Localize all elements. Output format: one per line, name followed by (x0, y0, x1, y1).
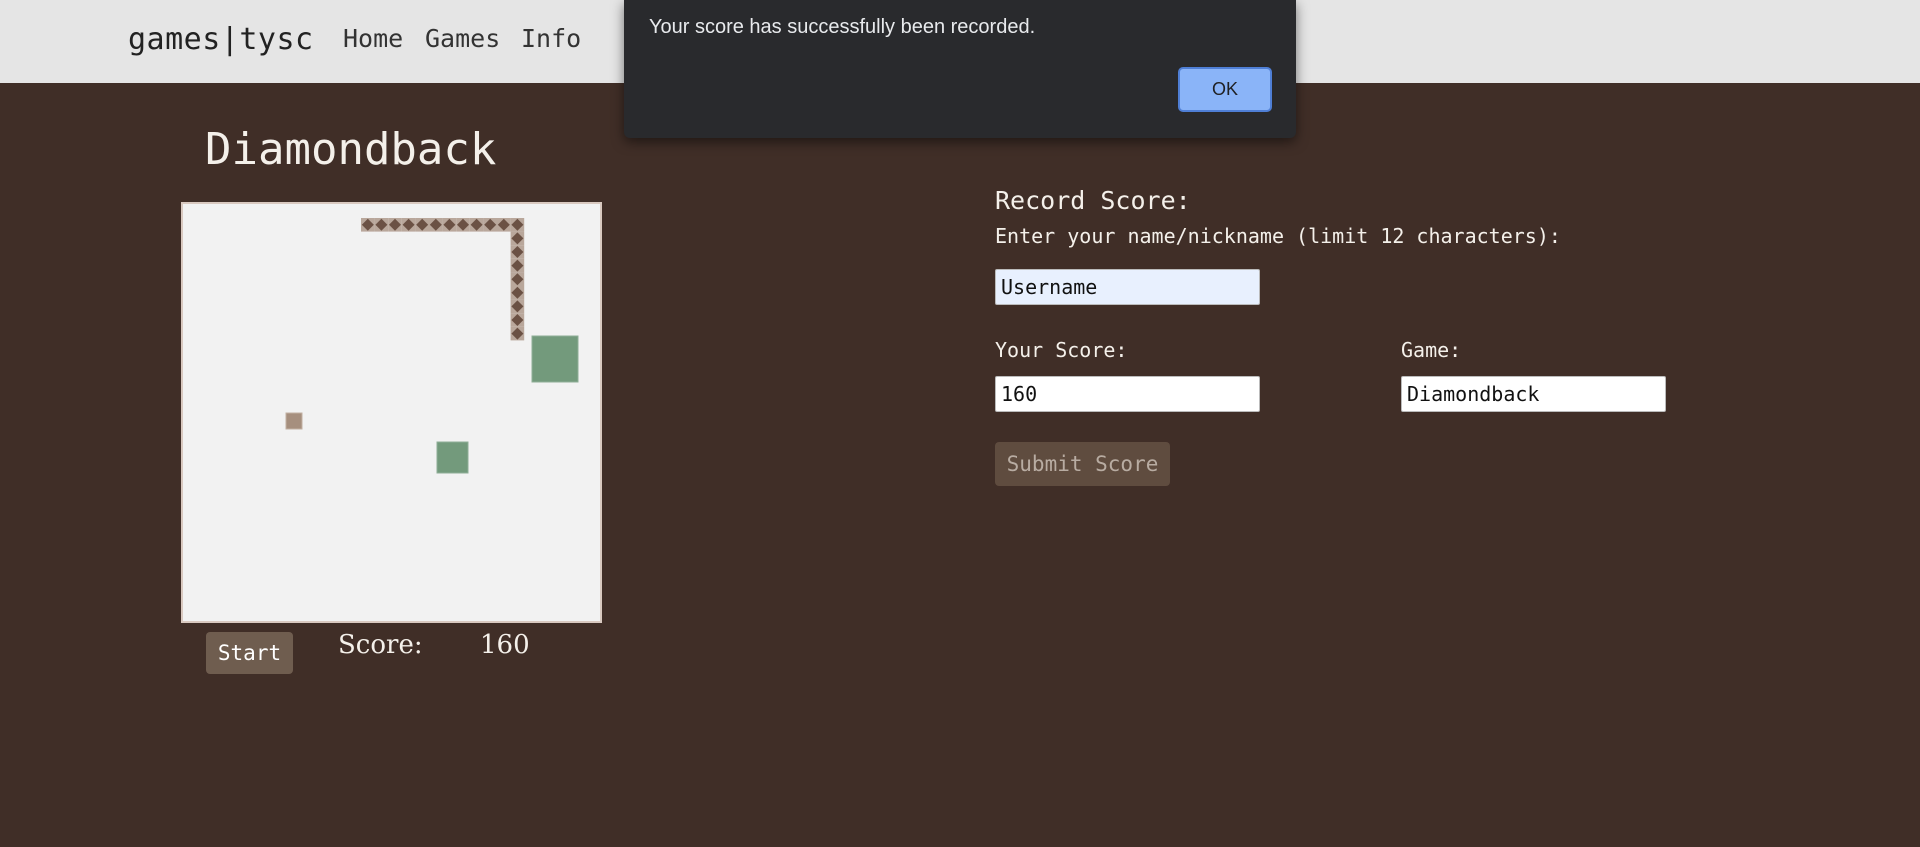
alert-dialog: Your score has successfully been recorde… (624, 0, 1296, 138)
alert-message: Your score has successfully been recorde… (649, 16, 1036, 38)
your-score-label: Your Score: (995, 338, 1128, 362)
food-large (531, 335, 579, 383)
score-value: 160 (480, 630, 530, 660)
score-label: Score: (338, 630, 423, 660)
record-score-heading: Record Score: (995, 186, 1191, 215)
snake (361, 218, 525, 341)
game-board[interactable] (181, 202, 602, 623)
nav-home-link[interactable]: Home (343, 24, 403, 53)
score-input[interactable] (995, 376, 1260, 412)
game-label: Game: (1401, 338, 1462, 362)
nav-info-link[interactable]: Info (521, 24, 581, 53)
pellet (285, 412, 303, 430)
name-label: Enter your name/nickname (limit 12 chara… (995, 224, 1561, 248)
site-brand[interactable]: games|tysc (128, 22, 314, 57)
game-title: Diamondback (205, 124, 497, 175)
start-button[interactable]: Start (206, 632, 293, 674)
game-input[interactable] (1401, 376, 1666, 412)
submit-score-button[interactable]: Submit Score (995, 442, 1170, 486)
nav-games-link[interactable]: Games (425, 24, 500, 53)
food-small (436, 441, 469, 474)
alert-ok-button[interactable]: OK (1178, 67, 1272, 112)
game-board-canvas (285, 218, 579, 474)
username-input[interactable] (995, 269, 1260, 305)
